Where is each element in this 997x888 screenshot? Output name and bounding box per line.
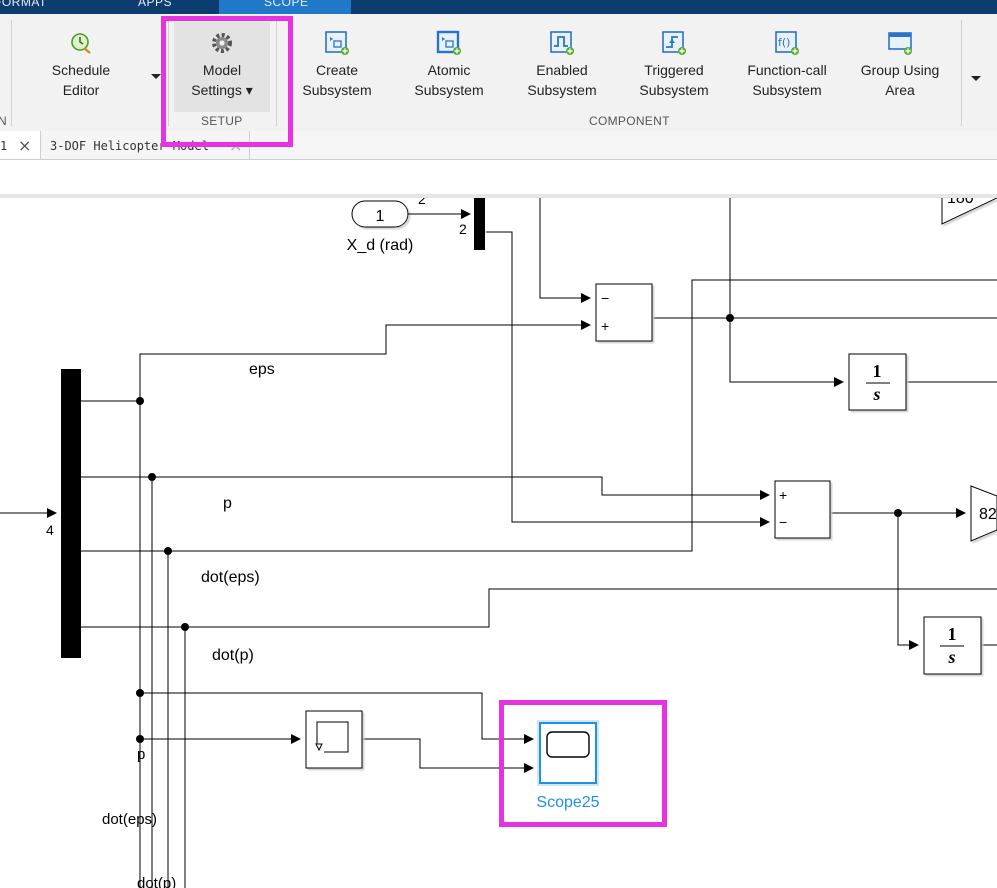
atomic-subsystem-button[interactable]: Atomic Subsystem [404, 30, 494, 100]
triggered-subsystem-label-1: Triggered [644, 62, 704, 78]
enabled-subsystem-label-1: Enabled [536, 62, 588, 78]
doc-tab-1-label: 1 [0, 139, 8, 153]
svg-text:f(): f() [778, 36, 790, 49]
function-call-subsystem-label-2: Subsystem [752, 82, 822, 98]
triggered-subsystem-button[interactable]: Triggered Subsystem [629, 30, 719, 100]
schedule-editor-label-1: Schedule [51, 62, 111, 78]
highlight-box-model-settings [161, 16, 293, 147]
demux-label: 4 [46, 522, 54, 538]
signal-label-dot-eps-2: dot(eps) [102, 811, 157, 828]
enabled-subsystem-label-2: Subsystem [527, 82, 597, 98]
inport-number: 1 [376, 208, 385, 225]
separator [961, 20, 962, 126]
close-icon[interactable]: × [18, 131, 31, 161]
function-call-subsystem-label-1: Function-call [747, 62, 827, 78]
signal-label-dot-eps: dot(eps) [201, 569, 260, 586]
gain-mid-value: 82 [979, 506, 997, 523]
group-using-area-label-2: Area [885, 82, 915, 98]
document-tab-bar: 1 × 3-DOF Helicopter Model × [0, 131, 997, 160]
integrator1-num: 1 [873, 361, 882, 381]
chevron-down-icon [971, 76, 981, 81]
highlight-box-scope [499, 700, 667, 827]
create-subsystem-icon [325, 31, 349, 55]
inport-name: X_d (rad) [347, 237, 414, 254]
gallery-expand-dropdown[interactable] [965, 24, 987, 104]
ribbon-tab-bar: FORMAT APPS SCOPE [0, 0, 997, 14]
integrator2-num: 1 [948, 624, 957, 644]
function-call-subsystem-button[interactable]: f() Function-call Subsystem [738, 30, 836, 100]
enabled-subsystem-icon [550, 31, 574, 55]
group-using-area-label-1: Group Using [860, 62, 940, 78]
sum2-sign-top: + [779, 487, 787, 503]
group-using-area-button[interactable]: Group Using Area [852, 30, 948, 100]
address-bar [0, 160, 997, 198]
integrator2-den: s [947, 647, 955, 667]
sum2-sign-bottom: − [779, 514, 787, 530]
doc-tab-1[interactable]: 1 × [0, 131, 41, 159]
tab-scope[interactable]: SCOPE [264, 0, 309, 14]
atomic-subsystem-label-2: Subsystem [414, 82, 484, 98]
section-label-cut: N [0, 114, 7, 128]
demux-block[interactable] [61, 369, 81, 658]
section-label-component: COMPONENT [589, 114, 670, 128]
create-subsystem-button[interactable]: Create Subsystem [292, 30, 382, 100]
tab-format[interactable]: FORMAT [0, 0, 47, 14]
schedule-editor-button[interactable]: Schedule Editor [38, 30, 124, 100]
integrator1-den: s [872, 384, 880, 404]
inport-block[interactable] [351, 200, 471, 228]
sum1-sign-bottom: + [601, 318, 609, 334]
mux-label-a: 2 [418, 198, 426, 207]
schedule-editor-label-2: Editor [62, 82, 100, 98]
rate-transition-block[interactable] [305, 710, 363, 769]
separator [11, 20, 12, 126]
mux-label-b: 2 [459, 221, 467, 237]
atomic-subsystem-icon [436, 30, 461, 55]
mux-block[interactable] [474, 198, 485, 250]
create-subsystem-label-1: Create [315, 62, 359, 78]
signal-label-dot-p: dot(p) [212, 647, 254, 664]
signal-label-dot-p-2: dot(p) [137, 875, 176, 888]
schedule-editor-icon [71, 33, 91, 54]
signal-label-eps: eps [249, 361, 275, 378]
enabled-subsystem-button[interactable]: Enabled Subsystem [517, 30, 607, 100]
sum1-sign-top: − [601, 290, 609, 306]
function-call-subsystem-icon: f() [775, 31, 799, 55]
tab-apps[interactable]: APPS [138, 0, 172, 14]
atomic-subsystem-label-1: Atomic [427, 62, 471, 78]
create-subsystem-label-2: Subsystem [302, 82, 372, 98]
triggered-subsystem-label-2: Subsystem [639, 82, 709, 98]
signal-label-p: p [223, 495, 232, 512]
triggered-subsystem-icon [662, 31, 686, 55]
signal-label-p-2: p [137, 746, 145, 763]
group-area-icon [888, 32, 912, 55]
gain-top-value: 180 [947, 198, 974, 207]
toolstrip: N Schedule Editor Model Settings ▾ SETUP [0, 14, 997, 132]
